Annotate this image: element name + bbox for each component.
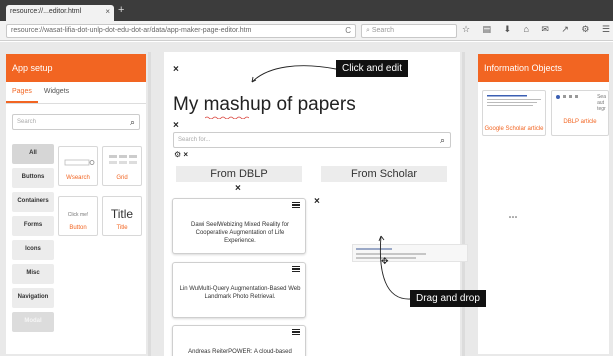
info-object-label: Google Scholar article — [484, 126, 544, 132]
app-setup-title: App setup — [6, 54, 146, 82]
bookmark-star-icon[interactable]: ☆ — [462, 24, 470, 38]
settings-icon[interactable]: ⚙ — [581, 24, 589, 38]
share-icon[interactable]: ↗ — [561, 24, 569, 38]
editor-canvas: × My mashup of papers × Search for... ⌕ … — [164, 52, 460, 356]
category-all[interactable]: All — [12, 144, 54, 164]
reader-icon[interactable]: ▤ — [483, 24, 492, 38]
info-object-label: DBLP article — [563, 119, 597, 125]
widget-label: Button — [69, 225, 87, 231]
dblp-extra-text: Sea aut tegr — [597, 94, 606, 112]
mail-icon[interactable]: ✉ — [541, 24, 549, 38]
info-object-dblp[interactable]: Sea aut tegr DBLP article — [551, 90, 609, 136]
title-preview: Title — [110, 207, 134, 221]
close-title-icon[interactable]: × — [173, 64, 179, 75]
menu-icon[interactable]: ☰ — [602, 24, 610, 38]
category-forms[interactable]: Forms — [12, 216, 54, 236]
right-scrollbar[interactable] — [462, 52, 465, 356]
category-list: All Buttons Containers Forms Icons Misc … — [12, 144, 54, 336]
menu-icon[interactable] — [292, 266, 300, 272]
page-title[interactable]: My mashup of papers — [173, 94, 356, 116]
toolbar-icons: ☆ ▤ ⬇ ⌂ ✉ ↗ ⚙ ☰ — [462, 24, 610, 38]
menu-icon[interactable] — [292, 329, 300, 335]
column-header-scholar[interactable]: From Scholar — [321, 166, 447, 182]
paper-card-text: Andreas ReiterPOWER: A cloud-based — [188, 349, 292, 355]
click-and-edit-callout: Click and edit — [336, 60, 409, 77]
widget-title[interactable]: Title Title — [102, 196, 142, 236]
url-text: resource://wasat-lifia-dot-unlp-dot-edu-… — [11, 27, 252, 34]
information-objects-panel: Information Objects Google Scholar artic… — [478, 54, 609, 354]
dblp-extra-line: tegr — [597, 106, 606, 112]
information-objects-title: Information Objects — [478, 54, 609, 82]
move-cursor-icon: ✥ — [381, 256, 389, 266]
search-icon: ⌕ — [129, 117, 135, 127]
close-column-icon[interactable]: × — [235, 183, 241, 194]
search-icon: ⌕ — [439, 135, 445, 145]
spellcheck-underline — [205, 116, 249, 119]
gear-icon[interactable]: ⚙ × — [174, 150, 188, 159]
category-buttons[interactable]: Buttons — [12, 168, 54, 188]
editor-search-placeholder: Search for... — [178, 137, 211, 143]
drag-and-drop-callout: Drag and drop — [410, 290, 486, 307]
browser-tab[interactable]: resource://...editor.html × — [6, 5, 114, 21]
app-setup-tabs: Pages Widgets — [6, 82, 146, 104]
scholar-preview-icon — [487, 95, 541, 106]
column-header-dblp[interactable]: From DBLP — [176, 166, 302, 182]
info-object-google-scholar[interactable]: Google Scholar article — [482, 90, 546, 136]
app-setup-panel: App setup Pages Widgets Search ⌕ All But… — [6, 54, 146, 354]
download-icon[interactable]: ⬇ — [504, 24, 512, 38]
tab-pages[interactable]: Pages — [6, 82, 38, 103]
dots-icon — [509, 216, 517, 218]
search-icon: ⌕ — [366, 27, 370, 34]
tab-title: resource://...editor.html — [10, 8, 82, 15]
drag-ghost-scholar-article[interactable] — [352, 244, 468, 262]
reload-icon[interactable]: C — [345, 26, 351, 35]
widget-search-placeholder: Search — [17, 119, 37, 125]
paper-card[interactable]: Andreas ReiterPOWER: A cloud-based — [172, 325, 306, 356]
paper-card-text: Lin WuMulti-Query Augmentation-Based Web… — [179, 286, 301, 300]
widget-search-input[interactable]: Search ⌕ — [12, 114, 140, 130]
browser-search-placeholder: Search — [371, 27, 395, 34]
close-tab-icon[interactable]: × — [105, 7, 110, 16]
widget-grid[interactable]: Grid — [102, 146, 142, 186]
browser-toolbar: resource://wasat-lifia-dot-unlp-dot-edu-… — [0, 21, 613, 41]
tab-widgets[interactable]: Widgets — [38, 82, 75, 103]
widget-label: Wsearch — [66, 175, 90, 181]
menu-icon[interactable] — [292, 202, 300, 208]
category-icons[interactable]: Icons — [12, 240, 54, 260]
widget-label: Grid — [116, 175, 128, 181]
dblp-preview-icon — [556, 95, 578, 99]
url-bar[interactable]: resource://wasat-lifia-dot-unlp-dot-edu-… — [6, 24, 356, 38]
editor-search-input[interactable]: Search for... ⌕ — [173, 132, 451, 148]
close-column-icon[interactable]: × — [314, 196, 320, 207]
home-icon[interactable]: ⌂ — [524, 24, 529, 38]
left-scrollbar[interactable] — [148, 52, 151, 356]
close-search-icon[interactable]: × — [173, 120, 179, 131]
widget-button[interactable]: Click me! Button — [58, 196, 98, 236]
widget-wsearch[interactable]: Wsearch — [58, 146, 98, 186]
button-preview: Click me! — [67, 212, 89, 218]
grid-preview-icon — [109, 155, 137, 164]
category-misc[interactable]: Misc — [12, 264, 54, 284]
paper-card[interactable]: Dawi SeelWebizing Mixed Reality for Coop… — [172, 198, 306, 254]
browser-search-input[interactable]: ⌕ Search — [361, 24, 457, 38]
category-containers[interactable]: Containers — [12, 192, 54, 212]
category-modal[interactable]: Modal — [12, 312, 54, 332]
browser-titlebar: resource://...editor.html × + — [0, 0, 613, 21]
paper-card-text: Dawi SeelWebizing Mixed Reality for Coop… — [191, 222, 289, 244]
new-tab-button[interactable]: + — [118, 5, 124, 16]
category-navigation[interactable]: Navigation — [12, 288, 54, 308]
wsearch-preview-icon — [64, 159, 95, 166]
widget-label: Title — [116, 225, 128, 231]
paper-card[interactable]: Lin WuMulti-Query Augmentation-Based Web… — [172, 262, 306, 318]
page-canvas: App setup Pages Widgets Search ⌕ All But… — [0, 42, 613, 356]
